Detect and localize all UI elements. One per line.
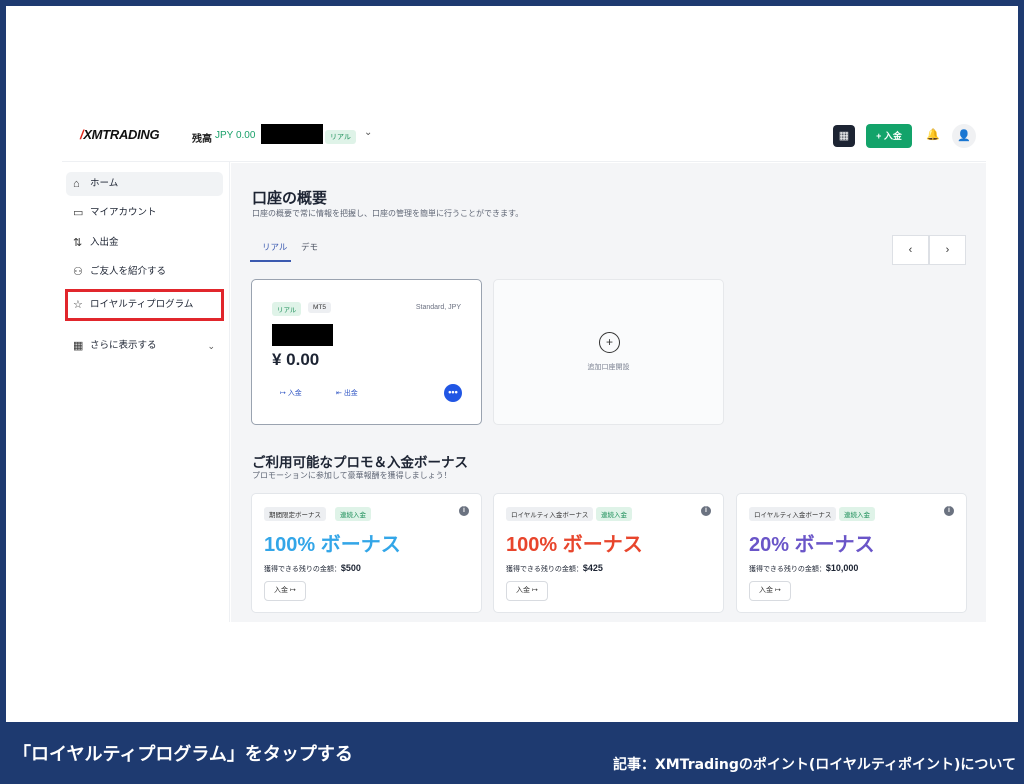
sidebar-item-deposit-withdraw[interactable]: ⇅ 入出金 xyxy=(66,231,223,255)
bonus-tag: 連続入金 xyxy=(839,507,875,521)
withdraw-arrow-icon: ⇤ xyxy=(336,390,344,397)
account-type: Standard, JPY xyxy=(415,304,461,311)
page-title: 口座の概要 xyxy=(252,190,328,207)
xm-logo[interactable]: /XMTRADING xyxy=(80,127,160,142)
active-tab-indicator xyxy=(250,260,291,262)
redacted-account-number xyxy=(261,124,323,144)
transfer-icon: ⇅ xyxy=(73,237,83,249)
page-subtitle: 口座の概要で常に情報を把握し、口座の管理を簡単に行うことができます。 xyxy=(252,209,524,218)
bonus-headline: 100% ボーナス xyxy=(506,534,643,556)
main-content: 口座の概要 口座の概要で常に情報を把握し、口座の管理を簡単に行うことができます。… xyxy=(231,163,986,622)
account-type-badge: リアル xyxy=(325,130,356,144)
card-icon: ▭ xyxy=(73,207,84,219)
xm-dashboard: /XMTRADING 残高 JPY 0.00 リアル ⌄ ▦ + 入金 🔔 👤 … xyxy=(62,110,986,622)
screenshot-frame: /XMTRADING 残高 JPY 0.00 リアル ⌄ ▦ + 入金 🔔 👤 … xyxy=(6,6,1018,722)
bonus-deposit-button[interactable]: 入金 ↦ xyxy=(749,581,791,601)
account-badge-real: リアル xyxy=(272,302,302,316)
balance-label: 残高 xyxy=(192,134,212,145)
deposit-arrow-icon: ↦ xyxy=(280,390,288,397)
tab-real[interactable]: リアル xyxy=(262,241,287,253)
bonus-headline: 100% ボーナス xyxy=(264,534,401,556)
sidebar: ⌂ ホーム ▭ マイアカウント ⇅ 入出金 ⚇ ご友人を紹介する ☆ ロイヤルティプログラ… xyxy=(62,162,230,622)
add-account-label: 追加口座開設 xyxy=(587,364,630,371)
bonus-tag: 連続入金 xyxy=(596,507,632,521)
info-icon[interactable]: i xyxy=(701,506,711,516)
plus-icon: + xyxy=(599,332,620,353)
bonus-tag: 連続入金 xyxy=(335,507,371,521)
promos-subtitle: プロモーションに参加して豪華報酬を獲得しましょう！ xyxy=(252,471,452,480)
bonus-tag: ロイヤルティ入金ボーナス xyxy=(506,507,594,521)
bonus-remaining: 獲得できる残りの金額：$500 xyxy=(264,563,361,573)
bell-icon[interactable]: 🔔 xyxy=(926,128,940,141)
chevron-down-icon[interactable]: ⌄ xyxy=(364,127,372,138)
sidebar-item-refer-friend[interactable]: ⚇ ご友人を紹介する xyxy=(66,260,223,284)
home-icon: ⌂ xyxy=(73,178,80,190)
redacted-account-id xyxy=(272,324,333,346)
more-options-icon[interactable]: ••• xyxy=(444,384,462,402)
tab-demo[interactable]: デモ xyxy=(301,241,318,253)
promos-title: ご利用可能なプロモ＆入金ボーナス xyxy=(252,455,468,470)
add-account-card[interactable]: + 追加口座開設 xyxy=(493,279,724,425)
sidebar-item-show-more[interactable]: ▦ さらに表示する ⌄ xyxy=(66,334,223,358)
chevron-down-icon: ⌄ xyxy=(207,341,215,351)
info-icon[interactable]: i xyxy=(459,506,469,516)
bonus-remaining: 獲得できる残りの金額：$10,000 xyxy=(749,563,859,573)
bonus-card[interactable]: 期間限定ボーナス 連続入金 i 100% ボーナス 獲得できる残りの金額：$50… xyxy=(251,493,482,613)
bonus-tag: 期間限定ボーナス xyxy=(264,507,326,521)
account-card[interactable]: リアル MT5 Standard, JPY ¥ 0.00 ↦ 入金 ⇤ 出金 •… xyxy=(251,279,482,425)
account-balance: ¥ 0.00 xyxy=(272,350,320,369)
account-withdraw-link[interactable]: ⇤ 出金 xyxy=(336,388,358,398)
bonus-headline: 20% ボーナス xyxy=(749,534,875,556)
caption-instruction: 「ロイヤルティプログラム」をタップする xyxy=(13,744,353,765)
account-badge-platform: MT5 xyxy=(308,302,331,313)
people-icon: ⚇ xyxy=(73,266,83,278)
user-icon[interactable]: 👤 xyxy=(952,124,976,148)
sidebar-item-my-account[interactable]: ▭ マイアカウント xyxy=(66,201,223,225)
caption-article: 記事：XMTradingのポイント(ロイヤルティポイント)について xyxy=(612,757,1016,773)
bonus-deposit-button[interactable]: 入金 ↦ xyxy=(506,581,548,601)
grid-icon: ▦ xyxy=(73,340,84,352)
prev-button[interactable]: ‹ xyxy=(892,235,929,265)
bonus-tag: ロイヤルティ入金ボーナス xyxy=(749,507,837,521)
qr-code-icon[interactable]: ▦ xyxy=(833,125,855,147)
bonus-remaining: 獲得できる残りの金額：$425 xyxy=(506,563,603,573)
bonus-deposit-button[interactable]: 入金 ↦ xyxy=(264,581,306,601)
bonus-card[interactable]: ロイヤルティ入金ボーナス 連続入金 i 20% ボーナス 獲得できる残りの金額：… xyxy=(736,493,967,613)
bonus-card[interactable]: ロイヤルティ入金ボーナス 連続入金 i 100% ボーナス 獲得できる残りの金額… xyxy=(493,493,724,613)
highlight-box xyxy=(65,289,224,321)
top-bar: /XMTRADING 残高 JPY 0.00 リアル ⌄ ▦ + 入金 🔔 👤 xyxy=(62,110,986,162)
balance-value: JPY 0.00 xyxy=(215,130,256,141)
info-icon[interactable]: i xyxy=(944,506,954,516)
sidebar-item-home[interactable]: ⌂ ホーム xyxy=(66,172,223,196)
next-button[interactable]: › xyxy=(929,235,966,265)
account-deposit-link[interactable]: ↦ 入金 xyxy=(280,388,302,398)
deposit-button[interactable]: + 入金 xyxy=(866,124,912,148)
